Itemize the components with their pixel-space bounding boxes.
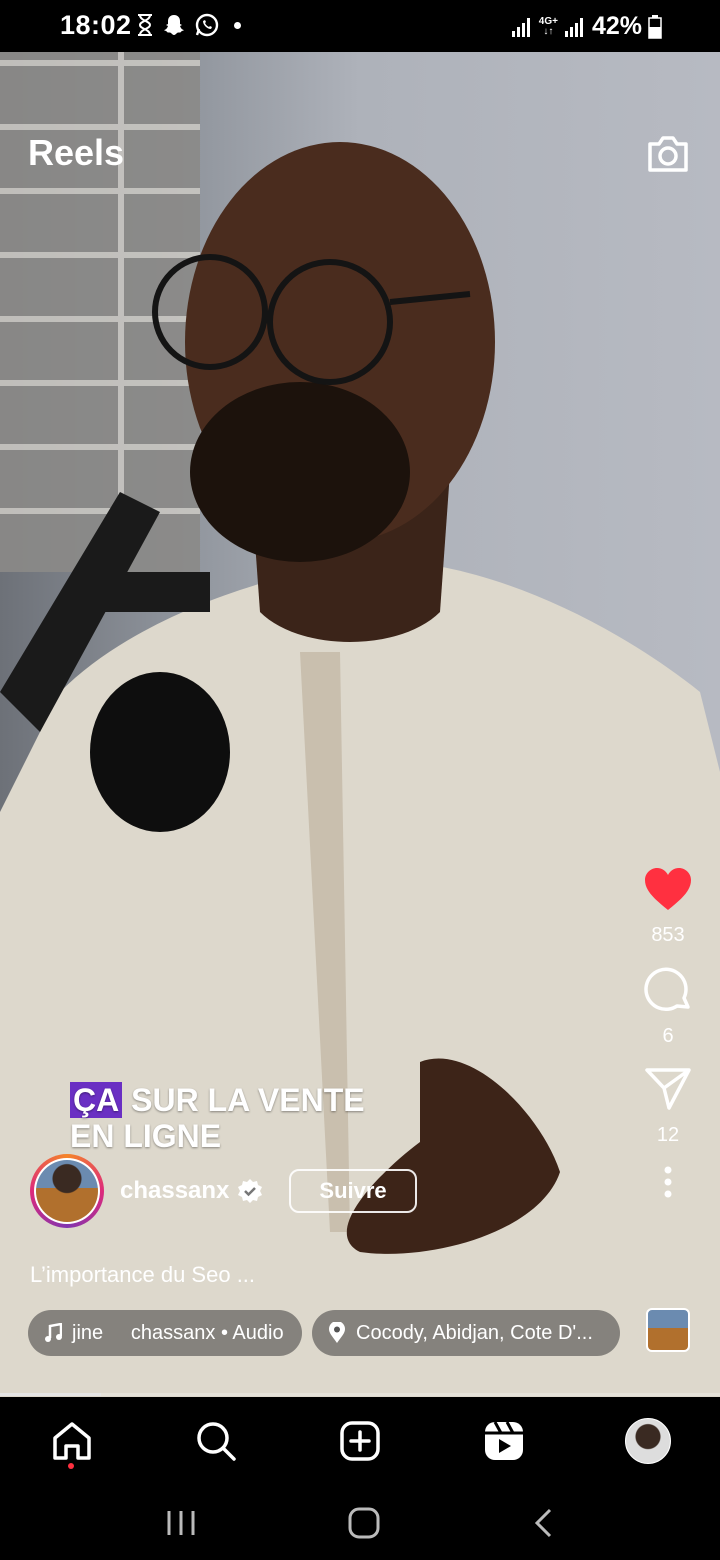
battery-percent: 42% [591, 12, 642, 40]
reel-actions: 853 6 12 [628, 866, 708, 1217]
status-system-icons: 4G+ ↓↑ 42% [511, 12, 662, 41]
video-progress-fill [0, 1393, 101, 1396]
nav-reels[interactable] [474, 1411, 534, 1471]
location-pill[interactable]: Cocody, Abidjan, Cote D'... [312, 1310, 620, 1356]
caption-highlight: ÇA [70, 1082, 123, 1118]
nav-create[interactable] [330, 1411, 390, 1471]
recent-apps-icon[interactable] [166, 1509, 196, 1537]
status-bar: 18:02 4G+ ↓↑ 42% [0, 0, 720, 52]
author-avatar[interactable] [30, 1154, 104, 1228]
share-count: 12 [656, 1124, 680, 1146]
hourglass-icon [138, 14, 152, 36]
system-navigation [0, 1485, 720, 1560]
location-icon [329, 1322, 345, 1343]
nav-search[interactable] [186, 1411, 246, 1471]
audio-pill[interactable]: jine chassanx • Audio [28, 1310, 302, 1356]
more-action [628, 1165, 708, 1199]
battery-icon [648, 14, 662, 39]
status-notification-icons [136, 12, 241, 38]
music-icon [45, 1323, 62, 1342]
page-title: Reels [28, 132, 125, 173]
author-row: chassanx Suivre [30, 1154, 417, 1228]
home-icon [53, 1422, 91, 1460]
follow-button[interactable]: Suivre [289, 1169, 417, 1213]
nav-home[interactable] [42, 1411, 102, 1471]
bottom-navigation [0, 1397, 720, 1485]
share-icon[interactable] [644, 1066, 692, 1112]
location-label: Cocody, Abidjan, Cote D'... [356, 1321, 593, 1344]
post-description[interactable]: L’importance du Seo ... [30, 1262, 255, 1288]
like-action: 853 [628, 866, 708, 947]
comment-count: 6 [662, 1025, 674, 1047]
verified-badge-icon [238, 1179, 263, 1203]
audio-thumbnail[interactable] [646, 1308, 690, 1352]
video-caption: ÇA SUR LA VENTE EN LIGNE [70, 1082, 365, 1154]
signal-icon-2 [564, 17, 583, 37]
video-progress-bar[interactable] [0, 1393, 720, 1396]
camera-icon[interactable] [644, 130, 692, 178]
home-button-icon[interactable] [347, 1506, 381, 1540]
back-icon[interactable] [532, 1507, 554, 1539]
search-icon [197, 1422, 236, 1461]
status-time: 18:02 [60, 10, 132, 40]
share-action: 12 [628, 1066, 708, 1147]
caption-line-2: EN LIGNE [70, 1118, 222, 1154]
reels-icon [485, 1421, 523, 1460]
caption-line-1: SUR LA VENTE [131, 1082, 365, 1118]
profile-avatar [625, 1418, 671, 1464]
network-type: 4G+ ↓↑ [538, 15, 558, 37]
nav-profile[interactable] [618, 1411, 678, 1471]
comment-action: 6 [628, 965, 708, 1048]
author-avatar-image [36, 1160, 98, 1222]
heart-icon[interactable] [643, 866, 693, 912]
signal-icon [511, 17, 530, 37]
notification-dot [234, 21, 241, 29]
like-count: 853 [651, 924, 685, 946]
audio-label: jine chassanx • Audio [72, 1321, 284, 1344]
snapchat-icon [164, 15, 184, 35]
comment-icon[interactable] [644, 965, 692, 1013]
home-notification-dot [68, 1463, 74, 1469]
more-icon[interactable] [663, 1165, 673, 1199]
create-icon [340, 1421, 380, 1461]
whatsapp-icon [195, 13, 219, 37]
author-username[interactable]: chassanx [120, 1177, 229, 1205]
